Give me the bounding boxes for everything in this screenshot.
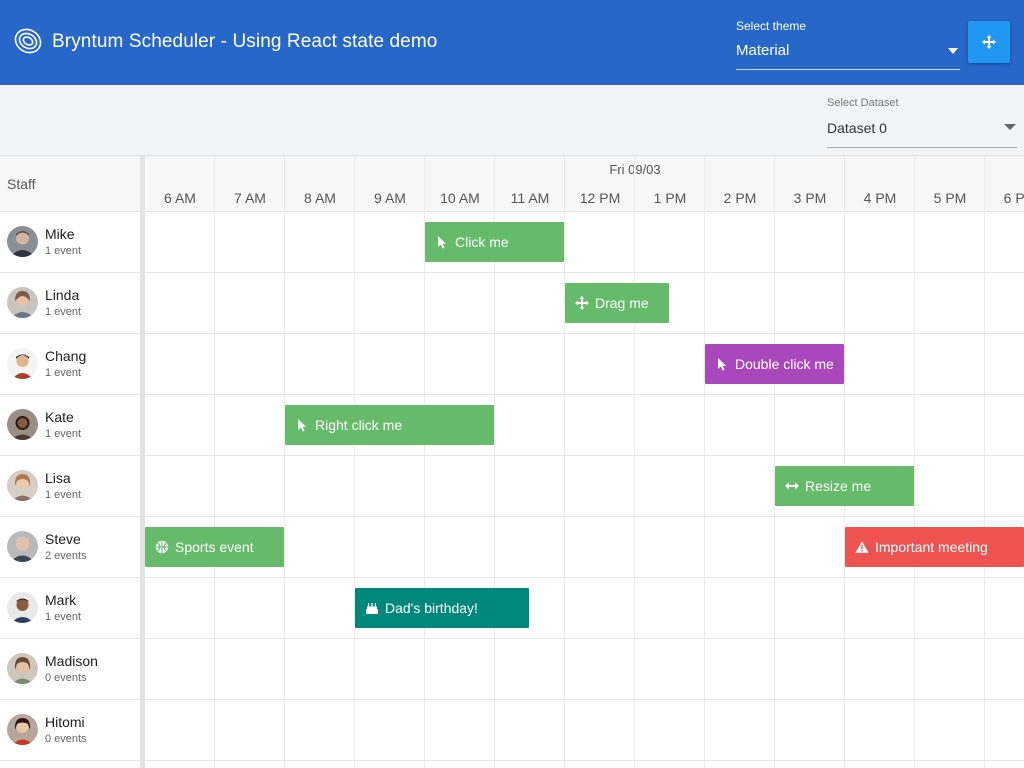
staff-row-hitomi[interactable]: Hitomi 0 events [0, 700, 140, 761]
staff-name: Mike [45, 226, 75, 242]
event-click-me[interactable]: Click me [425, 222, 564, 262]
hour-label: 8 AM [304, 190, 336, 206]
pointer-icon [295, 418, 309, 432]
hour-label: 4 PM [863, 190, 897, 206]
timeline-row[interactable] [145, 395, 1024, 456]
hour-label: 7 AM [234, 190, 266, 206]
move-arrows-icon [982, 35, 996, 49]
staff-grid: Staff Mike 1 event Linda 1 event Chang 1… [0, 156, 140, 768]
theme-select-label: Select theme [736, 19, 807, 33]
event-double-click-me[interactable]: Double click me [705, 344, 844, 384]
staff-row-chang[interactable]: Chang 1 event [0, 334, 140, 395]
avatar [7, 653, 38, 684]
staff-row-mike[interactable]: Mike 1 event [0, 212, 140, 273]
hour-label: 3 PM [793, 190, 827, 206]
event-dads-birthday[interactable]: Dad's birthday! [355, 588, 529, 628]
event-label: Resize me [805, 478, 872, 494]
staff-name: Mark [45, 592, 77, 608]
staff-row-madison[interactable]: Madison 0 events [0, 639, 140, 700]
event-count: 1 event [45, 367, 82, 379]
avatar [7, 470, 38, 501]
staff-row-kate[interactable]: Kate 1 event [0, 395, 140, 456]
timeline-header: Fri 09/03 6 AM 7 AM 8 AM 9 AM 10 AM 11 A… [145, 156, 1024, 212]
hour-label: 6 PM [1003, 190, 1024, 206]
staff-column-header-label: Staff [7, 176, 36, 192]
avatar [7, 531, 38, 562]
chevron-down-icon [948, 48, 958, 54]
staff-name: Steve [45, 531, 81, 547]
bryntum-logo-icon [14, 28, 42, 54]
event-label: Sports event [175, 539, 254, 555]
avatar [7, 592, 38, 623]
basketball-icon [155, 540, 169, 554]
move-arrows-icon [575, 296, 589, 310]
hour-label: 11 AM [510, 190, 550, 206]
event-important-meeting[interactable]: Important meeting [845, 527, 1024, 567]
theme-select-value: Material [736, 42, 790, 59]
hour-label: 10 AM [440, 190, 480, 206]
staff-row-steve[interactable]: Steve 2 events [0, 517, 140, 578]
timeline-row[interactable] [145, 700, 1024, 761]
event-count: 1 event [45, 611, 82, 623]
toolbar: Select Dataset Dataset 0 [0, 85, 1024, 156]
avatar [7, 226, 38, 257]
staff-row-mark[interactable]: Mark 1 event [0, 578, 140, 639]
avatar [7, 714, 38, 745]
event-count: 1 event [45, 245, 82, 257]
staff-name: Chang [45, 348, 87, 364]
avatar [7, 348, 38, 379]
event-label: Right click me [315, 417, 403, 433]
hour-label: 9 AM [374, 190, 406, 206]
timeline-row[interactable] [145, 334, 1024, 395]
dataset-select-value: Dataset 0 [827, 120, 887, 136]
avatar [7, 409, 38, 440]
event-label: Double click me [735, 356, 834, 372]
avatar [7, 287, 38, 318]
event-count: 0 events [45, 733, 87, 745]
staff-name: Linda [45, 287, 80, 303]
timeline-date: Fri 09/03 [609, 162, 661, 177]
fullscreen-button[interactable] [968, 21, 1010, 63]
event-label: Important meeting [875, 539, 988, 555]
warning-icon [855, 540, 869, 554]
staff-name: Kate [45, 409, 74, 425]
hour-label: 6 AM [164, 190, 196, 206]
staff-name: Madison [45, 653, 98, 669]
dataset-select-label: Select Dataset [827, 97, 899, 109]
event-drag-me[interactable]: Drag me [565, 283, 669, 323]
event-count: 1 event [45, 489, 82, 501]
hour-label: 5 PM [933, 190, 967, 206]
event-sports-event[interactable]: Sports event [145, 527, 284, 567]
timeline-row[interactable] [145, 578, 1024, 639]
event-label: Drag me [595, 295, 649, 311]
staff-name: Lisa [45, 470, 71, 486]
hour-label: 2 PM [723, 190, 757, 206]
pointer-icon [715, 357, 729, 371]
timeline-row[interactable] [145, 639, 1024, 700]
event-count: 2 events [45, 550, 87, 562]
theme-select[interactable]: Material [736, 38, 960, 70]
dataset-select[interactable]: Dataset 0 [827, 114, 1017, 148]
birthday-cake-icon [365, 601, 379, 615]
event-label: Dad's birthday! [385, 600, 478, 616]
staff-row-linda[interactable]: Linda 1 event [0, 273, 140, 334]
hour-label: 1 PM [653, 190, 687, 206]
event-label: Click me [455, 234, 509, 250]
resize-arrows-icon [785, 479, 799, 493]
event-right-click-me[interactable]: Right click me [285, 405, 494, 445]
pointer-icon [435, 235, 449, 249]
event-count: 1 event [45, 306, 82, 318]
schedule-timeline: Fri 09/03 6 AM 7 AM 8 AM 9 AM 10 AM 11 A… [145, 156, 1024, 768]
event-count: 0 events [45, 672, 87, 684]
event-count: 1 event [45, 428, 82, 440]
event-resize-me[interactable]: Resize me [775, 466, 914, 506]
staff-name: Hitomi [45, 714, 85, 730]
hour-label: 12 PM [579, 190, 621, 206]
app-header: Bryntum Scheduler - Using React state de… [0, 0, 1024, 85]
app-title: Bryntum Scheduler - Using React state de… [52, 31, 438, 52]
timeline-row[interactable] [145, 212, 1024, 273]
chevron-down-icon [1004, 124, 1016, 130]
staff-row-lisa[interactable]: Lisa 1 event [0, 456, 140, 517]
staff-column-header[interactable]: Staff [0, 156, 140, 212]
